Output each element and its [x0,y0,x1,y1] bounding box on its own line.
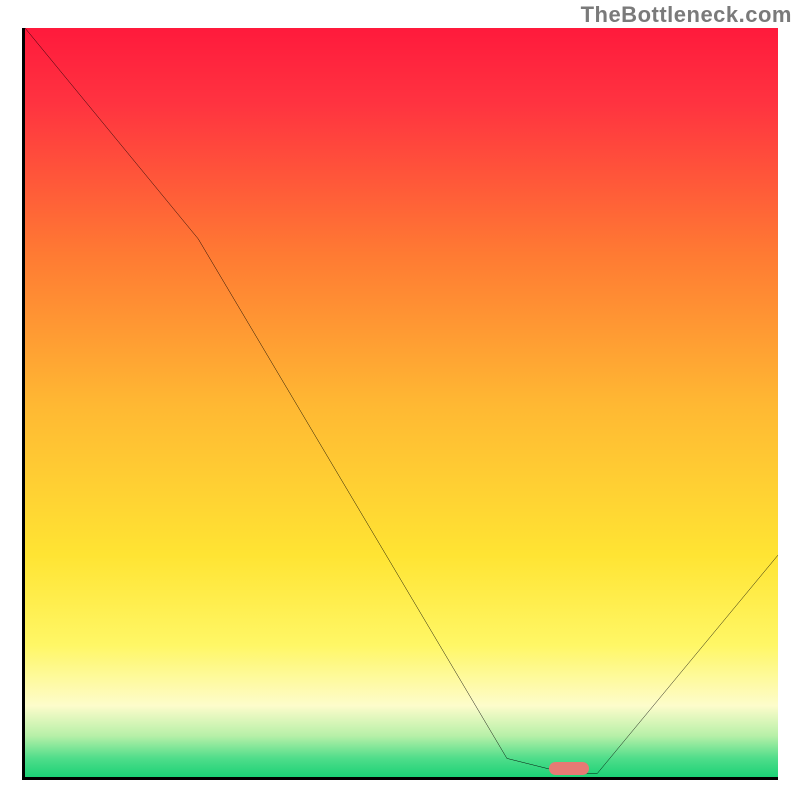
chart-canvas: TheBottleneck.com [0,0,800,800]
bottleneck-curve [25,28,778,780]
watermark-text: TheBottleneck.com [581,2,792,28]
optimal-marker [549,762,589,775]
plot-frame [22,28,778,780]
